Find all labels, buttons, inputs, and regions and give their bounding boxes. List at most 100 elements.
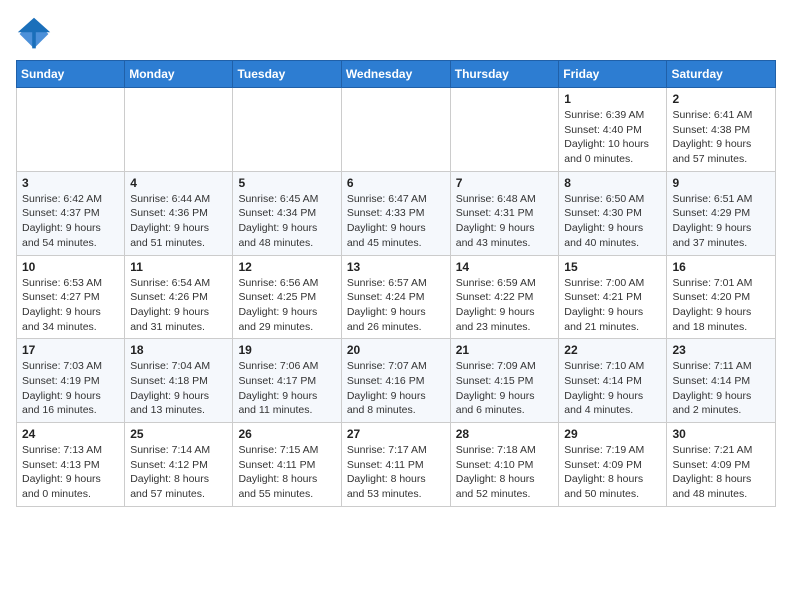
logo — [16, 16, 56, 52]
calendar-day-cell: 5 Sunrise: 6:45 AMSunset: 4:34 PMDaylight… — [233, 171, 341, 255]
calendar-week-row: 17 Sunrise: 7:03 AMSunset: 4:19 PMDayligh… — [17, 339, 776, 423]
calendar-week-row: 10 Sunrise: 6:53 AMSunset: 4:27 PMDayligh… — [17, 255, 776, 339]
day-detail: Sunrise: 6:50 AMSunset: 4:30 PMDaylight:… — [564, 192, 661, 251]
day-detail: Sunrise: 7:19 AMSunset: 4:09 PMDaylight:… — [564, 443, 661, 502]
calendar-day-cell — [17, 88, 125, 172]
calendar-day-header: Saturday — [667, 61, 776, 88]
day-detail: Sunrise: 7:13 AMSunset: 4:13 PMDaylight:… — [22, 443, 119, 502]
day-number: 27 — [347, 427, 445, 441]
day-number: 29 — [564, 427, 661, 441]
calendar-day-cell: 13 Sunrise: 6:57 AMSunset: 4:24 PMDayligh… — [341, 255, 450, 339]
logo-icon — [16, 16, 52, 52]
calendar-day-header: Friday — [559, 61, 667, 88]
calendar-day-header: Monday — [125, 61, 233, 88]
calendar-day-cell: 21 Sunrise: 7:09 AMSunset: 4:15 PMDayligh… — [450, 339, 559, 423]
calendar-day-cell: 2 Sunrise: 6:41 AMSunset: 4:38 PMDaylight… — [667, 88, 776, 172]
day-detail: Sunrise: 7:00 AMSunset: 4:21 PMDaylight:… — [564, 276, 661, 335]
day-detail: Sunrise: 6:42 AMSunset: 4:37 PMDaylight:… — [22, 192, 119, 251]
calendar-day-cell: 7 Sunrise: 6:48 AMSunset: 4:31 PMDaylight… — [450, 171, 559, 255]
day-number: 9 — [672, 176, 770, 190]
day-number: 1 — [564, 92, 661, 106]
calendar-day-header: Wednesday — [341, 61, 450, 88]
calendar-day-cell: 17 Sunrise: 7:03 AMSunset: 4:19 PMDayligh… — [17, 339, 125, 423]
calendar-day-cell: 9 Sunrise: 6:51 AMSunset: 4:29 PMDaylight… — [667, 171, 776, 255]
calendar-day-cell: 25 Sunrise: 7:14 AMSunset: 4:12 PMDayligh… — [125, 423, 233, 507]
day-detail: Sunrise: 6:48 AMSunset: 4:31 PMDaylight:… — [456, 192, 554, 251]
day-number: 10 — [22, 260, 119, 274]
page-header — [16, 16, 776, 52]
day-detail: Sunrise: 7:09 AMSunset: 4:15 PMDaylight:… — [456, 359, 554, 418]
day-detail: Sunrise: 7:10 AMSunset: 4:14 PMDaylight:… — [564, 359, 661, 418]
calendar-day-cell: 16 Sunrise: 7:01 AMSunset: 4:20 PMDayligh… — [667, 255, 776, 339]
day-number: 19 — [238, 343, 335, 357]
day-number: 25 — [130, 427, 227, 441]
calendar-day-cell: 22 Sunrise: 7:10 AMSunset: 4:14 PMDayligh… — [559, 339, 667, 423]
calendar-day-cell: 20 Sunrise: 7:07 AMSunset: 4:16 PMDayligh… — [341, 339, 450, 423]
day-number: 2 — [672, 92, 770, 106]
day-number: 11 — [130, 260, 227, 274]
day-number: 26 — [238, 427, 335, 441]
calendar-day-cell — [341, 88, 450, 172]
day-detail: Sunrise: 7:04 AMSunset: 4:18 PMDaylight:… — [130, 359, 227, 418]
day-number: 18 — [130, 343, 227, 357]
day-detail: Sunrise: 7:21 AMSunset: 4:09 PMDaylight:… — [672, 443, 770, 502]
calendar-day-cell: 6 Sunrise: 6:47 AMSunset: 4:33 PMDaylight… — [341, 171, 450, 255]
day-detail: Sunrise: 7:07 AMSunset: 4:16 PMDaylight:… — [347, 359, 445, 418]
calendar-table: SundayMondayTuesdayWednesdayThursdayFrid… — [16, 60, 776, 507]
calendar-day-cell: 8Sunrise: 6:50 AMSunset: 4:30 PMDaylight… — [559, 171, 667, 255]
day-number: 14 — [456, 260, 554, 274]
calendar-day-cell: 4Sunrise: 6:44 AMSunset: 4:36 PMDaylight… — [125, 171, 233, 255]
calendar-day-cell — [233, 88, 341, 172]
day-number: 23 — [672, 343, 770, 357]
calendar-day-cell: 18 Sunrise: 7:04 AMSunset: 4:18 PMDayligh… — [125, 339, 233, 423]
day-number: 6 — [347, 176, 445, 190]
day-detail: Sunrise: 7:15 AMSunset: 4:11 PMDaylight:… — [238, 443, 335, 502]
day-detail: Sunrise: 6:57 AMSunset: 4:24 PMDaylight:… — [347, 276, 445, 335]
calendar-day-cell: 30 Sunrise: 7:21 AMSunset: 4:09 PMDayligh… — [667, 423, 776, 507]
day-detail: Sunrise: 7:14 AMSunset: 4:12 PMDaylight:… — [130, 443, 227, 502]
day-number: 5 — [238, 176, 335, 190]
calendar-day-cell: 10 Sunrise: 6:53 AMSunset: 4:27 PMDayligh… — [17, 255, 125, 339]
day-detail: Sunrise: 6:56 AMSunset: 4:25 PMDaylight:… — [238, 276, 335, 335]
day-detail: Sunrise: 6:53 AMSunset: 4:27 PMDaylight:… — [22, 276, 119, 335]
day-detail: Sunrise: 6:54 AMSunset: 4:26 PMDaylight:… — [130, 276, 227, 335]
day-number: 7 — [456, 176, 554, 190]
calendar-day-cell: 1Sunrise: 6:39 AMSunset: 4:40 PMDaylight… — [559, 88, 667, 172]
calendar-day-cell: 11 Sunrise: 6:54 AMSunset: 4:26 PMDayligh… — [125, 255, 233, 339]
day-detail: Sunrise: 7:06 AMSunset: 4:17 PMDaylight:… — [238, 359, 335, 418]
calendar-day-cell: 15 Sunrise: 7:00 AMSunset: 4:21 PMDayligh… — [559, 255, 667, 339]
calendar-week-row: 24Sunrise: 7:13 AMSunset: 4:13 PMDayligh… — [17, 423, 776, 507]
day-number: 16 — [672, 260, 770, 274]
day-detail: Sunrise: 7:18 AMSunset: 4:10 PMDaylight:… — [456, 443, 554, 502]
day-detail: Sunrise: 6:45 AMSunset: 4:34 PMDaylight:… — [238, 192, 335, 251]
day-detail: Sunrise: 6:51 AMSunset: 4:29 PMDaylight:… — [672, 192, 770, 251]
day-detail: Sunrise: 7:17 AMSunset: 4:11 PMDaylight:… — [347, 443, 445, 502]
day-number: 20 — [347, 343, 445, 357]
calendar-header-row: SundayMondayTuesdayWednesdayThursdayFrid… — [17, 61, 776, 88]
calendar-day-header: Tuesday — [233, 61, 341, 88]
day-detail: Sunrise: 7:01 AMSunset: 4:20 PMDaylight:… — [672, 276, 770, 335]
day-number: 13 — [347, 260, 445, 274]
calendar-day-header: Thursday — [450, 61, 559, 88]
calendar-day-cell: 27 Sunrise: 7:17 AMSunset: 4:11 PMDayligh… — [341, 423, 450, 507]
calendar-day-cell: 23Sunrise: 7:11 AMSunset: 4:14 PMDayligh… — [667, 339, 776, 423]
day-number: 21 — [456, 343, 554, 357]
day-number: 17 — [22, 343, 119, 357]
day-detail: Sunrise: 7:03 AMSunset: 4:19 PMDaylight:… — [22, 359, 119, 418]
calendar-week-row: 1Sunrise: 6:39 AMSunset: 4:40 PMDaylight… — [17, 88, 776, 172]
day-number: 22 — [564, 343, 661, 357]
day-detail: Sunrise: 6:59 AMSunset: 4:22 PMDaylight:… — [456, 276, 554, 335]
calendar-day-cell: 26 Sunrise: 7:15 AMSunset: 4:11 PMDayligh… — [233, 423, 341, 507]
day-number: 15 — [564, 260, 661, 274]
calendar-day-cell — [450, 88, 559, 172]
day-number: 30 — [672, 427, 770, 441]
calendar-day-cell: 19 Sunrise: 7:06 AMSunset: 4:17 PMDayligh… — [233, 339, 341, 423]
day-number: 28 — [456, 427, 554, 441]
calendar-day-header: Sunday — [17, 61, 125, 88]
calendar-day-cell: 24Sunrise: 7:13 AMSunset: 4:13 PMDayligh… — [17, 423, 125, 507]
calendar-day-cell: 12Sunrise: 6:56 AMSunset: 4:25 PMDayligh… — [233, 255, 341, 339]
calendar-day-cell: 28 Sunrise: 7:18 AMSunset: 4:10 PMDayligh… — [450, 423, 559, 507]
day-detail: Sunrise: 6:47 AMSunset: 4:33 PMDaylight:… — [347, 192, 445, 251]
day-detail: Sunrise: 6:41 AMSunset: 4:38 PMDaylight:… — [672, 108, 770, 167]
calendar-day-cell: 3Sunrise: 6:42 AMSunset: 4:37 PMDaylight… — [17, 171, 125, 255]
